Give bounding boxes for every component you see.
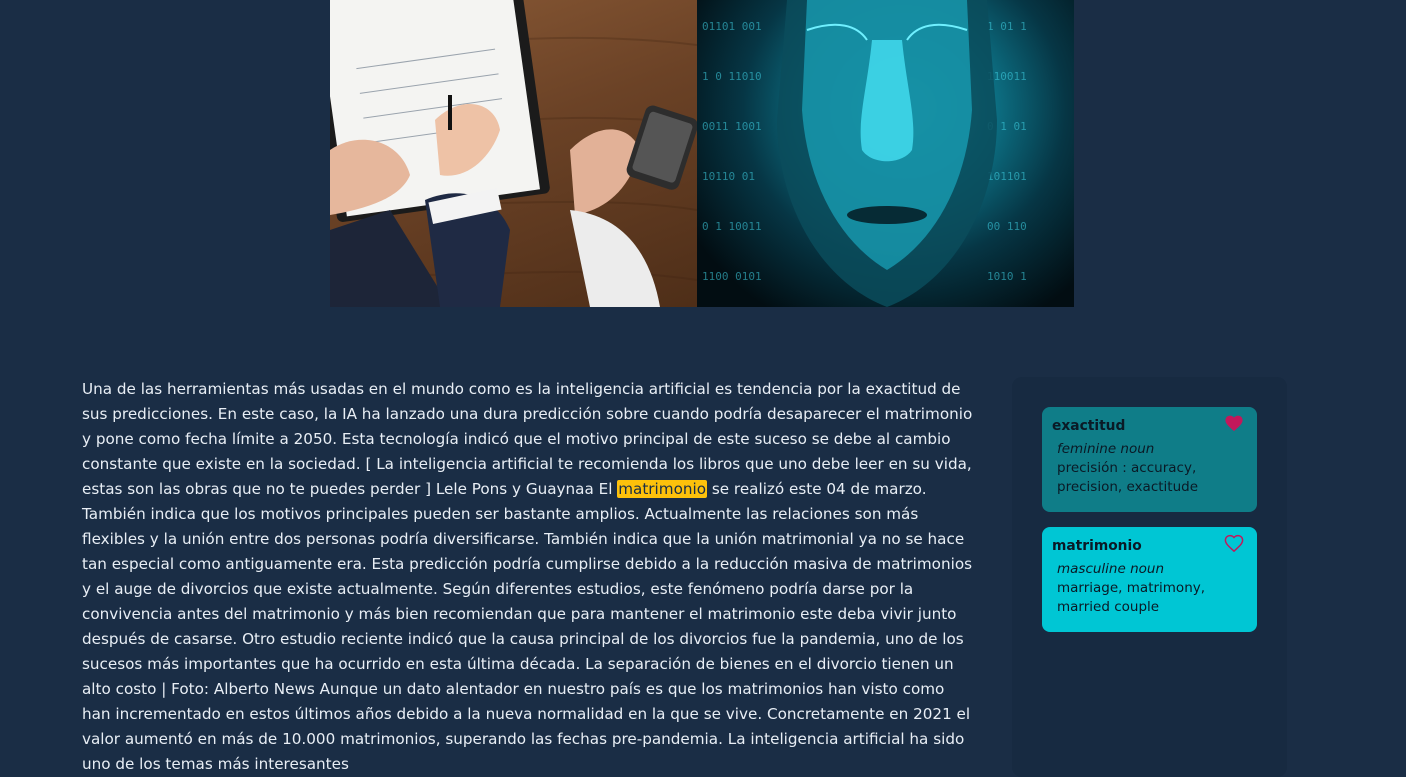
article-hero-image: 01101 001 1 0 11010 0011 1001 10110 01 0… [330, 0, 1074, 307]
svg-text:1 0 11010: 1 0 11010 [702, 70, 762, 83]
vocab-word: matrimonio [1052, 538, 1142, 554]
article-body: Una de las herramientas más usadas en el… [82, 377, 977, 777]
vocab-definition: marriage, matrimony, married couple [1057, 580, 1206, 615]
svg-text:1010 1: 1010 1 [987, 270, 1027, 283]
highlighted-word[interactable]: matrimonio [617, 480, 707, 498]
svg-text:1 01 1: 1 01 1 [987, 20, 1027, 33]
svg-text:01101 001: 01101 001 [702, 20, 762, 33]
svg-text:1100 0101: 1100 0101 [702, 270, 762, 283]
hero-photo-ai-face: 01101 001 1 0 11010 0011 1001 10110 01 0… [697, 0, 1074, 307]
signing-scene-illustration [330, 0, 697, 307]
article-text-after: se realizó este 04 de marzo. También ind… [82, 480, 973, 773]
article-paragraph: Una de las herramientas más usadas en el… [82, 377, 977, 777]
vocabulary-sidebar: exactitud feminine noun precisión : accu… [1012, 377, 1287, 777]
vocab-card-matrimonio[interactable]: matrimonio masculine noun marriage, matr… [1042, 527, 1257, 632]
vocab-word: exactitud [1052, 418, 1126, 434]
ai-face-illustration: 01101 001 1 0 11010 0011 1001 10110 01 0… [702, 0, 1027, 307]
vocab-definition: precisión : accuracy, precision, exactit… [1057, 460, 1199, 495]
svg-text:101101: 101101 [987, 170, 1027, 183]
svg-text:0 1 10011: 0 1 10011 [702, 220, 762, 233]
heart-filled-icon[interactable] [1224, 414, 1244, 432]
vocab-part-of-speech: masculine noun [1057, 561, 1165, 577]
hero-photo-signing-certificate [330, 0, 697, 307]
heart-outline-icon[interactable] [1224, 534, 1244, 552]
svg-text:00 110: 00 110 [987, 220, 1027, 233]
svg-text:10110 01: 10110 01 [702, 170, 755, 183]
vocab-card-exactitud[interactable]: exactitud feminine noun precisión : accu… [1042, 407, 1257, 512]
svg-text:0011 1001: 0011 1001 [702, 120, 762, 133]
vocab-part-of-speech: feminine noun [1057, 441, 1155, 457]
